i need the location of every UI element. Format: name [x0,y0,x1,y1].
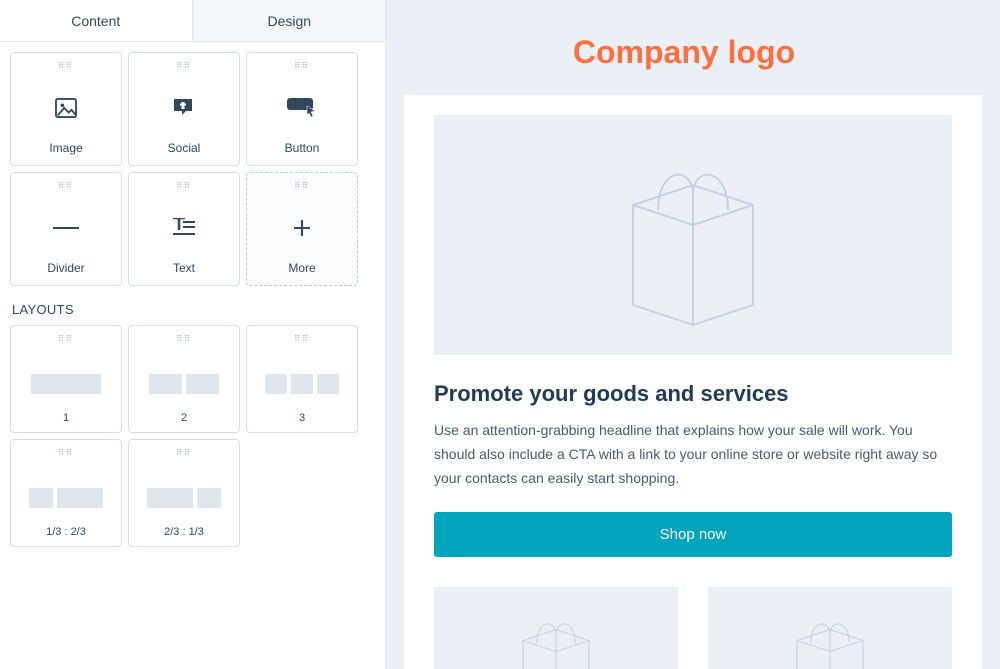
shopping-bag-icon [603,135,783,335]
drag-handle-icon: ⠿⠿ [58,336,74,342]
drag-handle-icon: ⠿⠿ [294,183,310,189]
layout-2-3-1-3[interactable]: ⠿⠿ 2/3 : 1/3 [128,439,240,547]
layout-label: 1/3 : 2/3 [46,526,86,538]
drag-handle-icon: ⠿⠿ [176,336,192,342]
hero-image-placeholder[interactable] [434,115,952,355]
content-blocks: ⠿⠿ Image ⠿⠿ Social ⠿⠿ Button [10,52,375,286]
block-label: Button [285,141,320,155]
social-icon [172,93,196,123]
two-column-row [434,587,952,669]
layout-label: 2 [181,412,187,424]
email-canvas[interactable]: Company logo Promote your goods and serv… [386,0,1000,669]
layout-preview [265,374,339,394]
block-label: Text [173,261,195,275]
image-icon [55,93,77,123]
sidebar-tabs: Content Design [0,0,385,42]
block-label: Image [49,141,82,155]
shopping-bag-icon [780,602,880,669]
block-label: More [288,261,315,275]
layout-preview [31,374,101,394]
promo-paragraph[interactable]: Use an attention-grabbing headline that … [434,419,952,490]
editor-sidebar: Content Design ⠿⠿ Image ⠿⠿ Social ⠿⠿ [0,0,386,669]
image-placeholder-left[interactable] [434,587,678,669]
layout-2col[interactable]: ⠿⠿ 2 [128,325,240,433]
block-text[interactable]: ⠿⠿ Text [128,172,240,286]
drag-handle-icon: ⠿⠿ [58,450,74,456]
block-button[interactable]: ⠿⠿ Button [246,52,358,166]
block-more[interactable]: ⠿⠿ More [246,172,358,286]
drag-handle-icon: ⠿⠿ [294,336,310,342]
drag-handle-icon: ⠿⠿ [58,63,74,69]
layout-label: 1 [63,412,69,424]
layouts-heading: LAYOUTS [12,302,375,317]
layout-1col[interactable]: ⠿⠿ 1 [10,325,122,433]
layout-3col[interactable]: ⠿⠿ 3 [246,325,358,433]
tab-design[interactable]: Design [193,0,386,41]
divider-icon [53,213,79,243]
block-label: Social [168,141,201,155]
drag-handle-icon: ⠿⠿ [176,450,192,456]
block-label: Divider [47,261,84,275]
image-placeholder-right[interactable] [708,587,952,669]
layout-preview [29,488,103,508]
layout-label: 3 [299,412,305,424]
button-icon [287,93,317,123]
email-body: Promote your goods and services Use an a… [404,95,982,669]
layout-1-3-2-3[interactable]: ⠿⠿ 1/3 : 2/3 [10,439,122,547]
text-icon [173,213,195,243]
block-social[interactable]: ⠿⠿ Social [128,52,240,166]
drag-handle-icon: ⠿⠿ [58,183,74,189]
plus-icon [293,213,311,243]
layout-preview [147,488,221,508]
block-divider[interactable]: ⠿⠿ Divider [10,172,122,286]
shopping-bag-icon [506,602,606,669]
drag-handle-icon: ⠿⠿ [176,63,192,69]
promo-heading[interactable]: Promote your goods and services [434,381,952,407]
company-logo-placeholder[interactable]: Company logo [386,0,982,95]
drag-handle-icon: ⠿⠿ [294,63,310,69]
tab-content[interactable]: Content [0,0,193,41]
content-panel: ⠿⠿ Image ⠿⠿ Social ⠿⠿ Button [0,42,385,557]
shop-now-button[interactable]: Shop now [434,512,952,557]
drag-handle-icon: ⠿⠿ [176,183,192,189]
layout-label: 2/3 : 1/3 [164,526,204,538]
layout-preview [149,374,219,394]
layout-blocks: ⠿⠿ 1 ⠿⠿ 2 ⠿⠿ [10,325,375,547]
block-image[interactable]: ⠿⠿ Image [10,52,122,166]
